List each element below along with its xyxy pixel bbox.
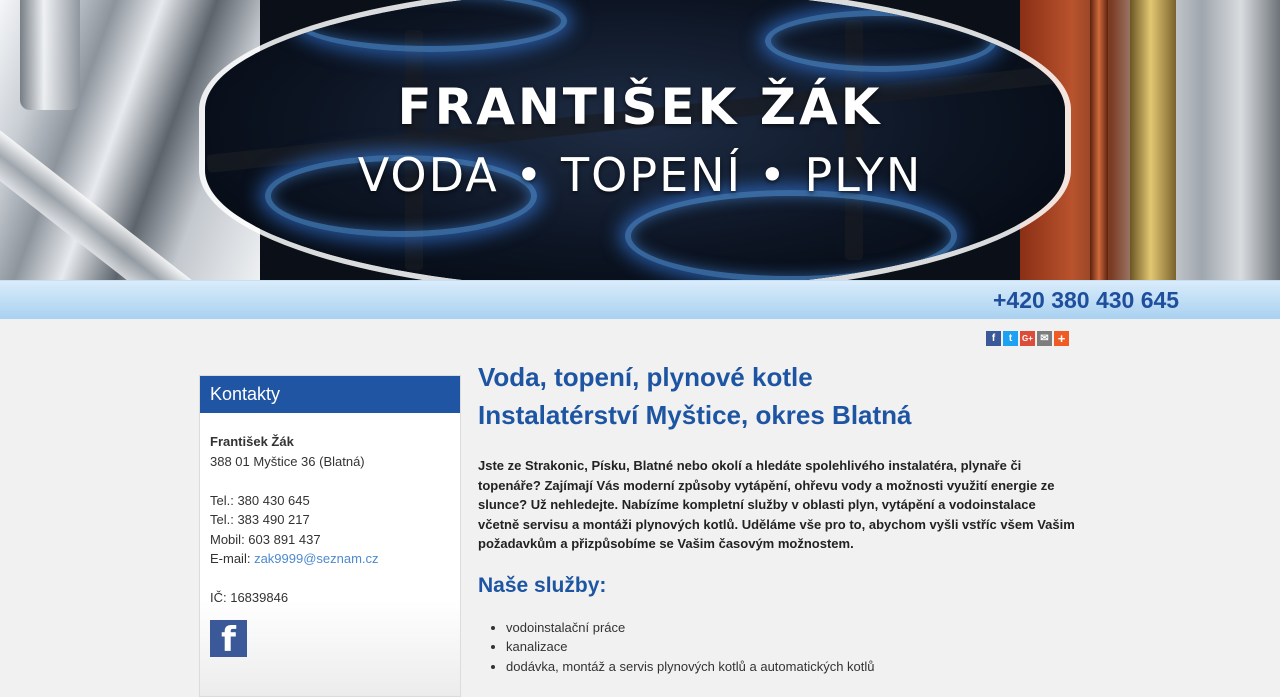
contact-info: František Žák 388 01 Myštice 36 (Blatná)… — [200, 413, 460, 657]
services-heading: Naše služby: — [478, 573, 607, 597]
facebook-share-icon[interactable]: f — [986, 331, 1001, 346]
contact-email-row: E-mail: zak9999@seznam.cz — [210, 549, 450, 569]
twitter-share-icon[interactable]: t — [1003, 331, 1018, 346]
brand-name: FRANTIŠEK ŽÁK — [397, 78, 883, 136]
flame-ring — [295, 0, 567, 52]
flame-ring — [625, 190, 957, 280]
contacts-sidebar: Kontakty František Žák 388 01 Myštice 36… — [199, 375, 461, 697]
flame-ring — [765, 10, 997, 72]
contact-ic: IČ: 16839846 — [210, 590, 289, 605]
contact-tel1: Tel.: 380 430 645 — [210, 492, 310, 508]
share-toolbar: f t G+ ✉ + — [986, 331, 1069, 346]
contact-tel2: Tel.: 383 490 217 — [210, 512, 310, 527]
email-share-icon[interactable]: ✉ — [1037, 331, 1052, 346]
more-share-icon[interactable]: + — [1054, 331, 1069, 346]
services-list: vodoinstalační práce kanalizace dodávka,… — [478, 618, 1078, 677]
phone-bar: +420 380 430 645 — [0, 280, 1280, 319]
contact-email-label: E-mail: — [210, 551, 255, 566]
contact-email-link[interactable]: zak9999@seznam.cz — [254, 551, 378, 566]
page-title: Voda, topení, plynové kotle — [478, 362, 813, 392]
header-banner: FRANTIŠEK ŽÁK VODA • TOPENÍ • PLYN — [0, 0, 1280, 280]
main-content: Voda, topení, plynové kotle Instalatérst… — [478, 360, 1078, 676]
brand-tagline: VODA • TOPENÍ • PLYN — [357, 148, 923, 202]
page-subtitle: Instalatérství Myštice, okres Blatná — [478, 400, 912, 430]
contact-mobile: Mobil: 603 891 437 — [210, 531, 321, 547]
header-phone-number: +420 380 430 645 — [993, 287, 1180, 313]
contact-name: František Žák — [210, 434, 294, 449]
contact-address: 388 01 Myštice 36 (Blatná) — [210, 453, 365, 469]
facebook-icon[interactable]: f — [210, 619, 247, 657]
google-plus-share-icon[interactable]: G+ — [1020, 331, 1035, 346]
list-item: vodoinstalační práce — [506, 618, 1078, 638]
list-item: kanalizace — [506, 637, 1078, 657]
list-item: dodávka, montáž a servis plynových kotlů… — [506, 657, 1078, 677]
intro-paragraph: Jste ze Strakonic, Písku, Blatné nebo ok… — [478, 458, 1075, 551]
gas-burner-photo — [205, 0, 1065, 280]
sidebar-title: Kontakty — [200, 376, 460, 413]
